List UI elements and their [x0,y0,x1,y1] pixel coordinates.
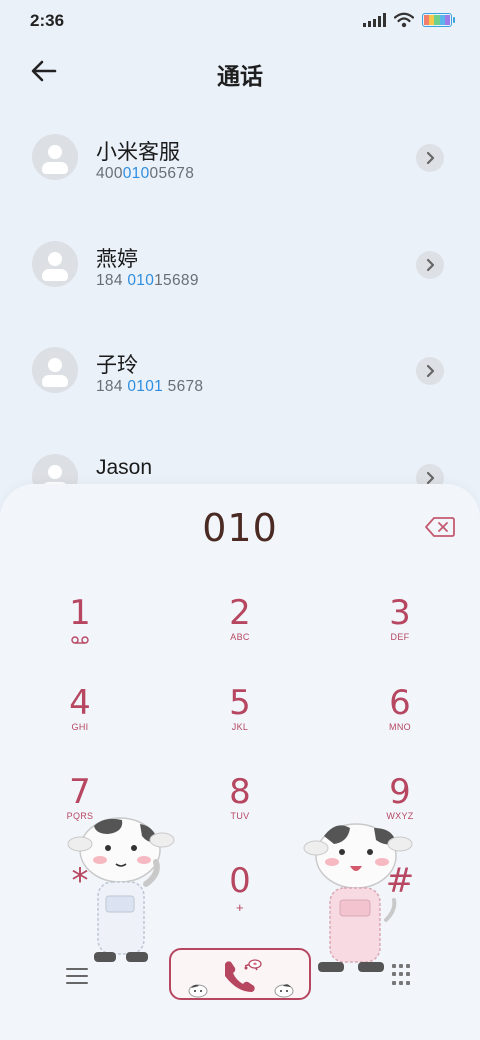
battery-icon [422,13,455,27]
contact-name: Jason [96,456,153,479]
key-star[interactable]: * [20,862,140,932]
mini-cow-icon [188,984,208,998]
avatar-icon [32,241,78,287]
contact-detail-button[interactable] [416,251,444,279]
key-2[interactable]: 2 ABC [180,594,300,664]
wifi-icon [394,12,414,28]
list-item[interactable]: 子玲 184 0101 5678 [0,317,480,423]
key-8[interactable]: 8 TUV [180,773,300,843]
key-digit: # [385,861,415,901]
key-digit: 9 [389,772,411,812]
key-digit: 6 [389,683,411,723]
chevron-right-icon [426,258,435,272]
keypad-grid-icon [392,964,396,968]
key-digit: * [71,861,89,901]
key-digit: 8 [229,772,251,812]
key-5[interactable]: 5 JKL [180,684,300,754]
contact-number: 184 0101 5678 [96,378,204,395]
keypad-grid-button[interactable] [392,964,414,986]
signal-icon [363,13,386,27]
key-4[interactable]: 4 GHI [20,684,140,754]
page-title: 通话 [217,63,263,89]
avatar-icon [32,134,78,180]
key-6[interactable]: 6 MNO [340,684,460,754]
key-letters: ABC [230,632,250,642]
contact-name: 燕婷 [96,248,138,271]
key-letters: DEF [390,632,410,642]
contact-name: 小米客服 [96,141,180,164]
key-9[interactable]: 9 WXYZ [340,773,460,843]
avatar-icon [32,347,78,393]
call-button[interactable] [169,948,311,1000]
status-time: 2:36 [30,11,65,30]
mini-cow-icon [274,984,294,998]
header: 通话 [0,48,480,94]
key-letters: MNO [389,722,411,732]
chevron-right-icon [426,471,435,485]
menu-button[interactable] [66,968,88,986]
key-letters: TUV [230,811,250,821]
voicemail-icon [71,636,89,644]
phone-icon [225,959,262,992]
key-digit: 2 [229,593,251,633]
key-digit: 7 [69,772,91,812]
key-digit: 3 [389,593,411,633]
contact-name: 子玲 [96,354,138,377]
key-digit: 5 [229,683,251,723]
contact-number: 184 01015689 [96,272,199,289]
contact-number: 40001005678 [96,165,195,182]
contact-detail-button[interactable] [416,357,444,385]
key-1[interactable]: 1 [20,594,140,664]
key-3[interactable]: 3 DEF [340,594,460,664]
key-0[interactable]: 0 + [180,862,300,932]
dialed-number: 010 [202,506,278,550]
key-digit: 0 [229,861,251,901]
key-letters: JKL [231,722,249,732]
list-item[interactable]: 小米客服 40001005678 [0,104,480,210]
key-letters: PQRS [66,811,94,821]
chevron-right-icon [426,364,435,378]
key-7[interactable]: 7 PQRS [20,773,140,843]
key-digit: 4 [69,683,91,723]
status-bar: 2:36 [0,0,480,40]
menu-icon [66,968,88,984]
contact-detail-button[interactable] [416,144,444,172]
key-letters: GHI [71,722,89,732]
key-letters: + [236,900,244,915]
key-hash[interactable]: # [340,862,460,932]
status-icons [363,12,455,28]
key-digit: 1 [69,593,91,633]
key-letters: WXYZ [386,811,414,821]
list-item[interactable]: 燕婷 184 01015689 [0,211,480,317]
delete-icon [425,517,455,537]
dialer-panel: 010 1 2 ABC 3 DEF 4 GHI 5 JKL 6 MNO 7 PQ… [0,484,480,1040]
chevron-right-icon [426,151,435,165]
delete-button[interactable] [424,516,456,538]
